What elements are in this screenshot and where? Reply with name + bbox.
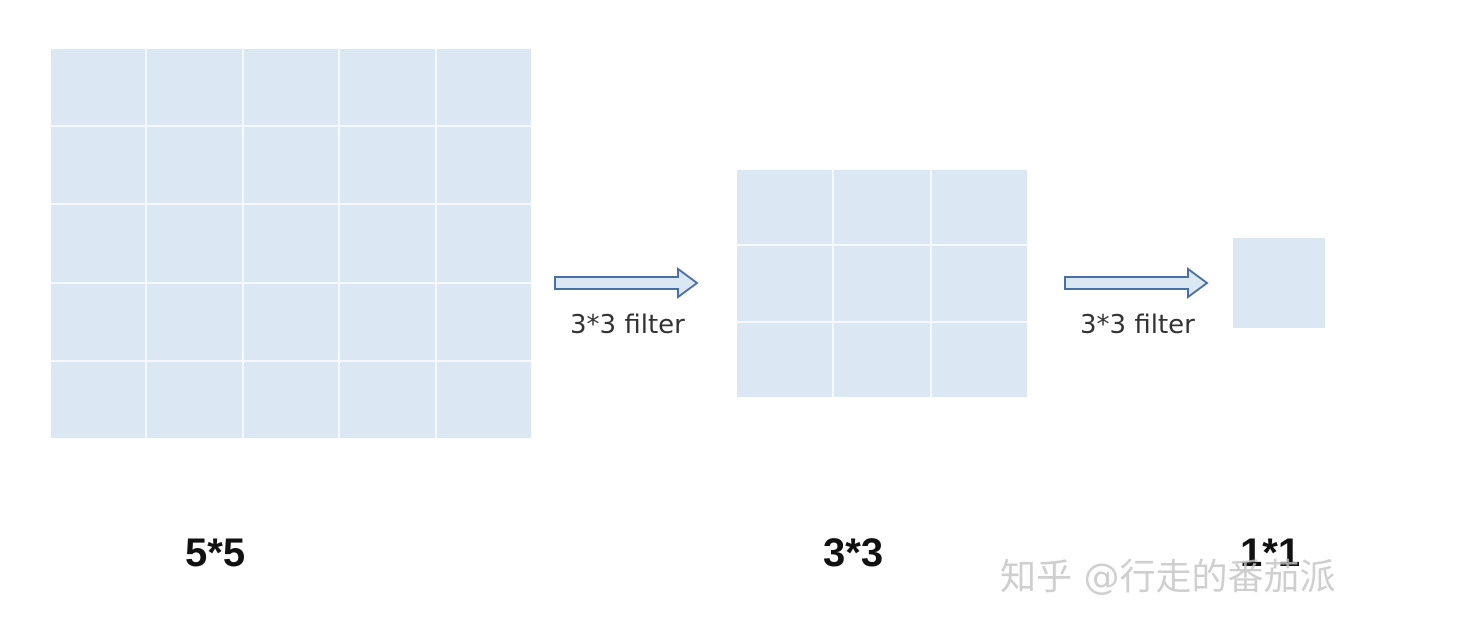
- watermark: 知乎 @行走的番茄派: [1000, 557, 1336, 598]
- grid-cell: [340, 49, 435, 126]
- grid-cell: [737, 170, 833, 245]
- grid-cell: [834, 322, 930, 397]
- grid-cell: [340, 127, 435, 204]
- grid-cell: [834, 170, 930, 245]
- grid-cell: [51, 127, 146, 204]
- grid-cell: [436, 205, 531, 282]
- grid-cell: [436, 127, 531, 204]
- grid-cell: [243, 283, 339, 360]
- grid-cell: [147, 283, 242, 360]
- grid-3x3: [737, 170, 1027, 397]
- grid-cell: [51, 49, 146, 126]
- grid-cell: [147, 205, 242, 282]
- grid-cell: [436, 49, 531, 126]
- grid-cell: [931, 322, 1027, 397]
- grid-cell: [147, 127, 242, 204]
- grid-cell: [436, 361, 531, 438]
- grid-5x5: [51, 49, 531, 438]
- grid-cell: [737, 322, 833, 397]
- grid-cell: [147, 49, 242, 126]
- grid-cell: [243, 361, 339, 438]
- right-arrow-icon: [1064, 267, 1209, 299]
- grid-cell: [51, 283, 146, 360]
- grid-cell: [834, 246, 930, 321]
- grid-cell: [243, 205, 339, 282]
- grid-cell: [340, 361, 435, 438]
- grid-cell: [243, 127, 339, 204]
- grid-cell: [931, 246, 1027, 321]
- grid-cell: [340, 205, 435, 282]
- grid-cell: [737, 246, 833, 321]
- size-label-5x5: 5*5: [185, 531, 246, 575]
- filter-label: 3*3 filter: [570, 310, 685, 340]
- filter-label: 3*3 filter: [1080, 310, 1195, 340]
- grid-cell: [340, 283, 435, 360]
- grid-cell: [436, 283, 531, 360]
- grid-cell: [931, 170, 1027, 245]
- grid-cell: [243, 49, 339, 126]
- right-arrow-icon: [554, 267, 699, 299]
- grid-cell: [1233, 238, 1325, 328]
- grid-cell: [51, 361, 146, 438]
- grid-cell: [51, 205, 146, 282]
- grid-1x1: [1233, 238, 1325, 328]
- size-label-3x3: 3*3: [823, 531, 884, 575]
- grid-cell: [147, 361, 242, 438]
